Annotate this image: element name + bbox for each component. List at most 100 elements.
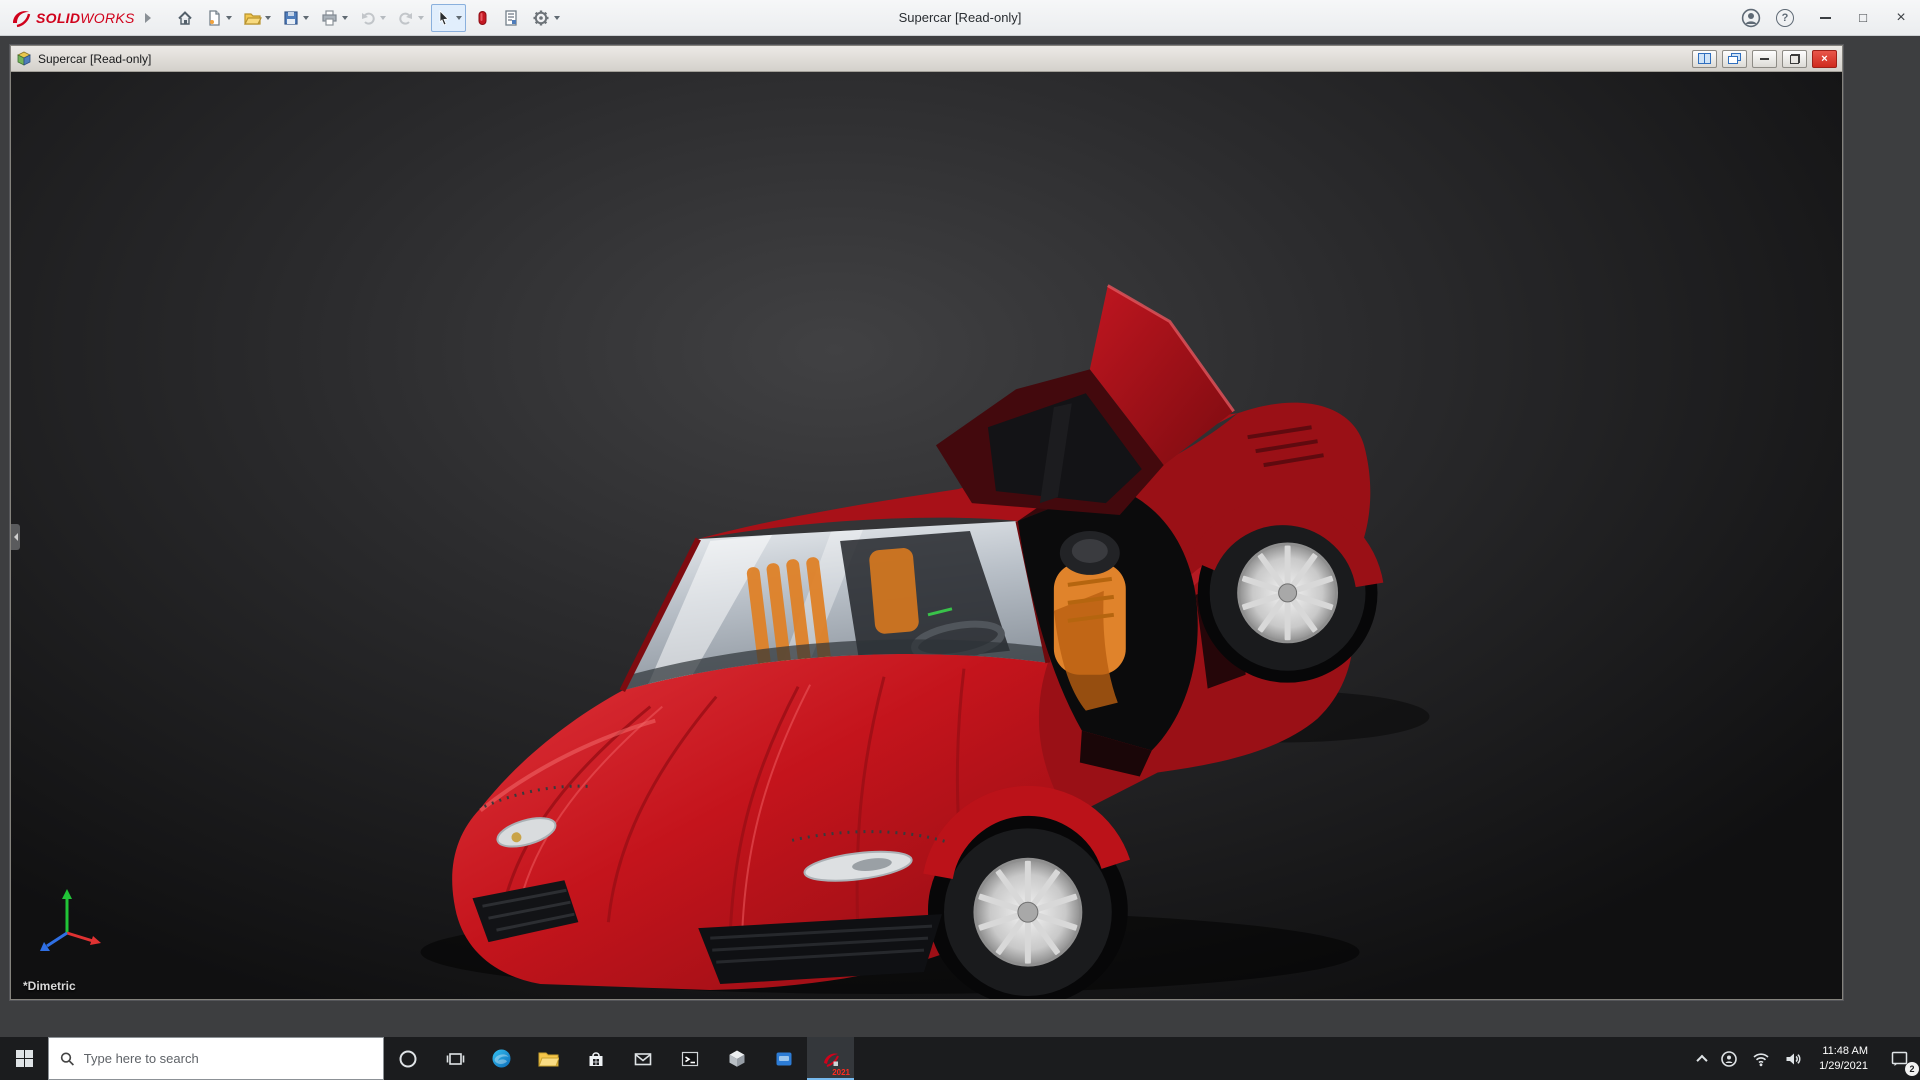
panel-collapse-tab[interactable] [11, 524, 20, 550]
file-properties-icon [505, 9, 517, 26]
window-cascade-icon [1728, 53, 1741, 64]
document-title: Supercar [Read-only] [38, 51, 152, 66]
window-tile-button[interactable] [1692, 49, 1717, 68]
doc-restore-button[interactable] [1782, 49, 1807, 68]
3d-viewer-button[interactable] [713, 1037, 760, 1080]
cortana-button[interactable] [384, 1037, 431, 1080]
save-dropdown-caret[interactable] [302, 15, 309, 20]
cortana-icon [399, 1050, 416, 1067]
clock-date: 1/29/2021 [1819, 1059, 1868, 1072]
undo-button[interactable] [355, 4, 390, 32]
open-dropdown-caret[interactable] [264, 15, 271, 20]
system-tray: 11:48 AM 1/29/2021 2 [1691, 1037, 1920, 1080]
file-properties-button[interactable] [498, 4, 524, 32]
save-icon [284, 10, 298, 25]
orientation-triad-icon [40, 889, 101, 951]
redo-icon [399, 12, 412, 25]
store-icon [589, 1051, 602, 1066]
assembly-document-icon [17, 51, 31, 66]
solidworks-taskbar-button[interactable]: 2021 [807, 1037, 854, 1080]
document-window: Supercar [Read-only] × *Dimetric [10, 45, 1843, 1000]
select-cursor-icon [439, 9, 449, 26]
redo-dropdown-caret[interactable] [417, 15, 424, 20]
action-center-button[interactable]: 2 [1878, 1037, 1920, 1080]
edge-icon [492, 1049, 511, 1068]
print-icon [322, 9, 337, 26]
doc-minimize-button[interactable] [1752, 49, 1777, 68]
restore-icon [1789, 53, 1800, 64]
store-button[interactable] [572, 1037, 619, 1080]
search-input[interactable] [83, 1051, 372, 1066]
marketplace-button[interactable] [469, 4, 495, 32]
close-icon: × [1896, 8, 1906, 26]
minimize-icon [1819, 16, 1831, 19]
terminal-icon [681, 1051, 698, 1066]
home-button[interactable] [172, 4, 198, 32]
edge-button[interactable] [478, 1037, 525, 1080]
doc-close-button[interactable]: × [1812, 49, 1837, 68]
undo-icon [361, 12, 375, 25]
speaker-icon [1786, 1053, 1801, 1064]
remote-desktop-button[interactable] [760, 1037, 807, 1080]
mail-button[interactable] [619, 1037, 666, 1080]
volume-button[interactable] [1777, 1037, 1809, 1080]
windows-logo-icon [15, 1050, 33, 1067]
solidworks-logo: SOLIDWORKS [10, 7, 135, 29]
new-dropdown-caret[interactable] [225, 15, 232, 20]
3ds-swirl-icon [13, 10, 31, 27]
tray-expand-button[interactable] [1691, 1037, 1713, 1080]
wifi-icon [1753, 1052, 1769, 1066]
select-dropdown-caret[interactable] [455, 15, 462, 20]
new-document-button[interactable] [201, 4, 236, 32]
windows-taskbar: 2021 [0, 1037, 1920, 1080]
user-avatar-icon [1741, 8, 1761, 27]
brand-wordmark: SOLIDWORKS [36, 9, 135, 26]
document-window-buttons: × [1692, 49, 1837, 68]
titlebar-right-controls: ? □ × [1738, 0, 1920, 35]
app-window-title: Supercar [Read-only] [898, 10, 1022, 25]
options-button[interactable] [527, 4, 564, 32]
view-orientation-label: *Dimetric [23, 979, 76, 993]
3d-cube-icon [729, 1050, 744, 1067]
maximize-icon: □ [1859, 10, 1867, 25]
print-button[interactable] [316, 4, 352, 32]
terminal-button[interactable] [666, 1037, 713, 1080]
taskbar-search[interactable] [48, 1037, 384, 1080]
help-button[interactable]: ? [1772, 5, 1798, 31]
select-tool-button[interactable] [430, 3, 466, 32]
help-icon: ? [1776, 8, 1794, 27]
undo-dropdown-caret[interactable] [379, 15, 386, 20]
window-cascade-button[interactable] [1722, 49, 1747, 68]
taskbar-clock[interactable]: 11:48 AM 1/29/2021 [1809, 1044, 1878, 1073]
app-minimize-button[interactable] [1806, 0, 1844, 35]
open-button[interactable] [239, 4, 275, 32]
meet-now-button[interactable] [1713, 1037, 1745, 1080]
document-titlebar[interactable]: Supercar [Read-only] × [11, 46, 1842, 72]
task-view-button[interactable] [431, 1037, 478, 1080]
print-dropdown-caret[interactable] [341, 15, 348, 20]
close-icon: × [1821, 52, 1828, 65]
3d-viewport[interactable]: *Dimetric [11, 72, 1842, 999]
network-button[interactable] [1745, 1037, 1777, 1080]
app-maximize-button[interactable]: □ [1844, 0, 1882, 35]
marketplace-icon [478, 10, 487, 25]
options-dropdown-caret[interactable] [553, 15, 560, 20]
solidworks-app-icon [823, 1052, 839, 1067]
remote-desktop-icon [776, 1052, 791, 1065]
notification-count-badge: 2 [1905, 1062, 1919, 1076]
app-titlebar[interactable]: SOLIDWORKS Supercar [Read-only] ? □ × [0, 0, 1920, 36]
home-icon [177, 10, 192, 25]
desktop: SOLIDWORKS Supercar [Read-only] ? □ × Su… [0, 0, 1920, 1080]
app-close-button[interactable]: × [1882, 0, 1920, 35]
redo-button[interactable] [393, 4, 428, 32]
file-explorer-button[interactable] [525, 1037, 572, 1080]
open-folder-icon [243, 12, 262, 25]
start-button[interactable] [0, 1037, 48, 1080]
clock-time: 11:48 AM [1822, 1045, 1868, 1058]
search-icon [60, 1051, 74, 1066]
mail-icon [634, 1052, 651, 1065]
toolbar-flyout-arrow[interactable] [144, 12, 151, 23]
account-button[interactable] [1738, 5, 1764, 31]
save-button[interactable] [278, 4, 313, 32]
window-tile-icon [1698, 53, 1711, 64]
